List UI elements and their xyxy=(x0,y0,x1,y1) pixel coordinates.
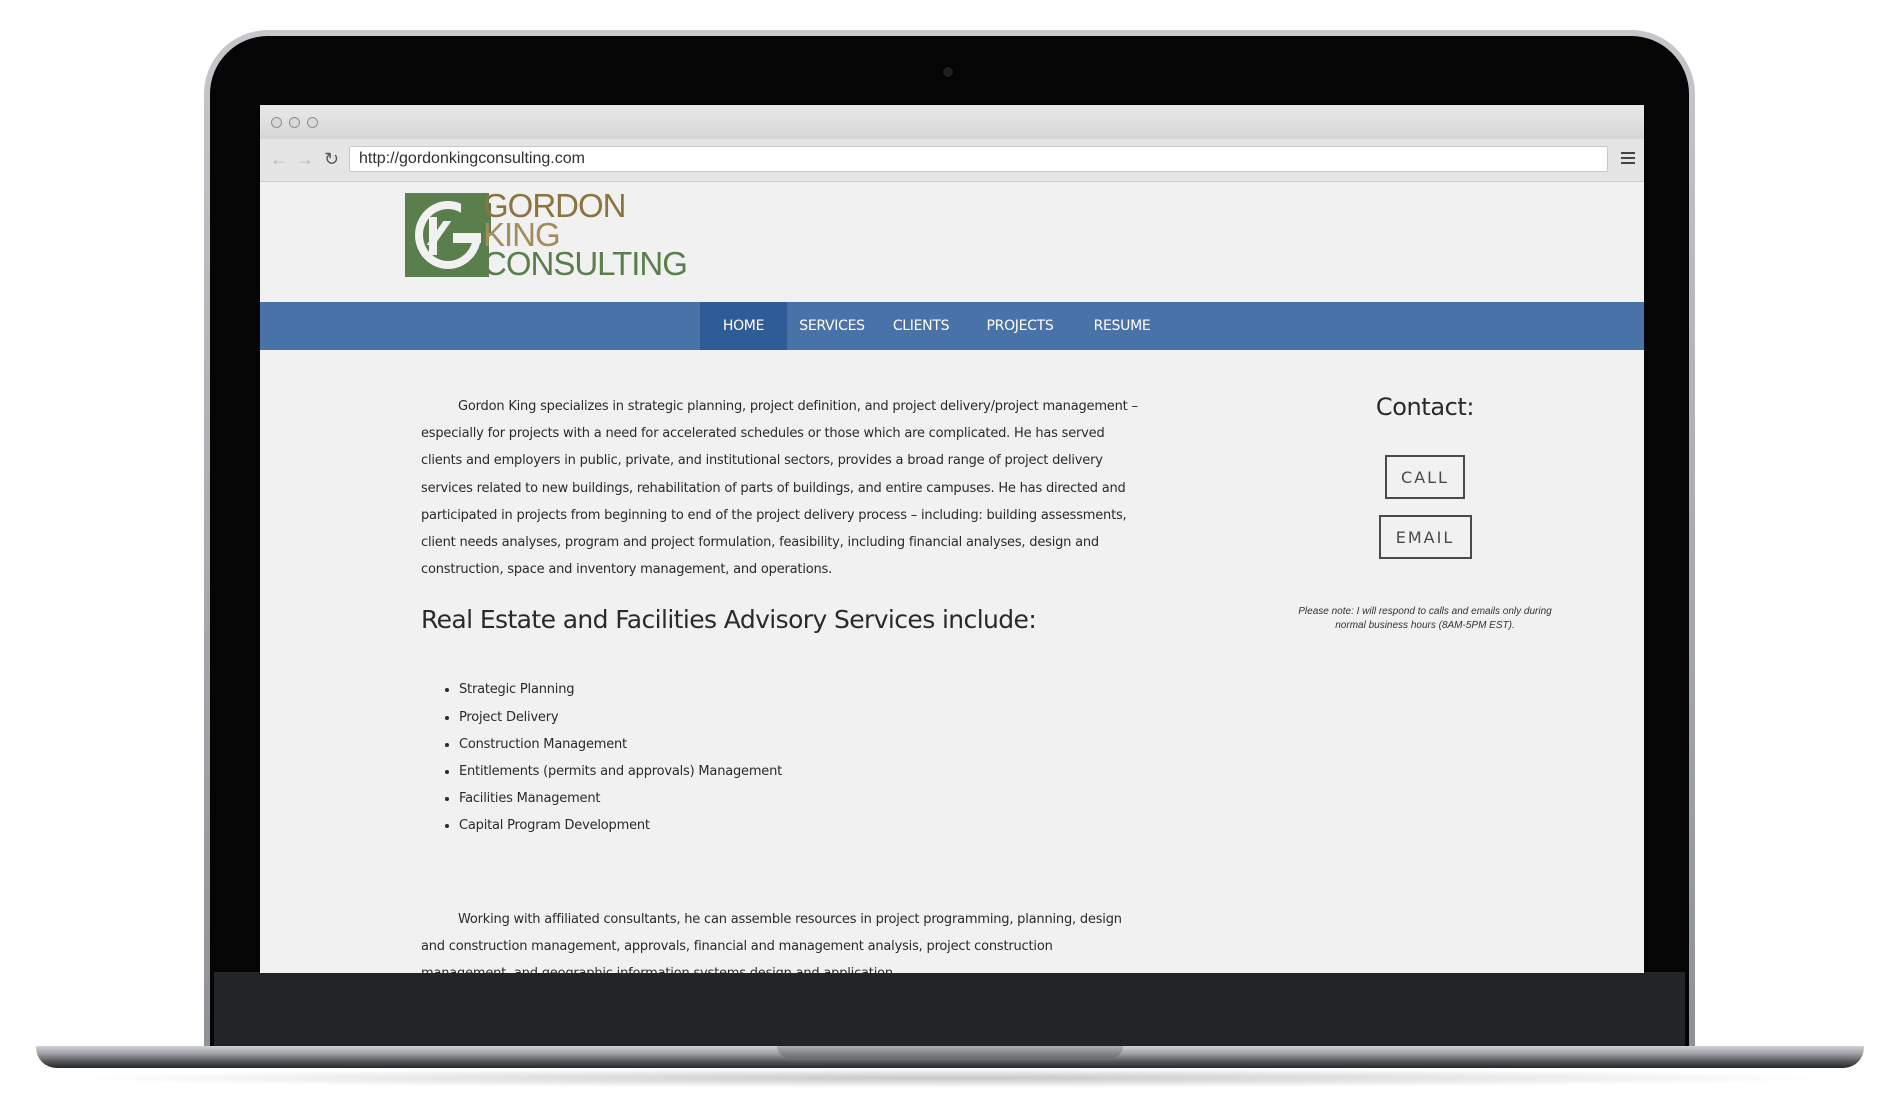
back-arrow-icon[interactable]: ← xyxy=(270,147,288,171)
site-logo[interactable]: GORDON KING CONSULTING xyxy=(405,189,688,285)
list-item: Entitlements (permits and approvals) Man… xyxy=(459,758,1141,785)
laptop-chin xyxy=(214,972,1685,1048)
browser-toolbar: ← → ↻ http://gordonkingconsulting.com xyxy=(260,139,1644,182)
laptop-shadow xyxy=(60,1068,1840,1088)
logo-wordmark: GORDON KING CONSULTING xyxy=(483,189,688,282)
list-item: Capital Program Development xyxy=(459,812,1141,839)
window-close-button[interactable] xyxy=(271,117,282,128)
window-minimize-button[interactable] xyxy=(289,117,300,128)
email-button[interactable]: EMAIL xyxy=(1378,515,1472,559)
logo-line-3: CONSULTING xyxy=(483,245,688,282)
nav-item-home[interactable]: HOME xyxy=(700,302,787,350)
reload-icon[interactable]: ↻ xyxy=(324,147,339,171)
services-list: Strategic Planning Project Delivery Cons… xyxy=(421,676,1141,839)
nav-item-projects[interactable]: PROJECTS xyxy=(965,302,1075,350)
intro-paragraph: Gordon King specializes in strategic pla… xyxy=(421,399,1138,578)
call-button[interactable]: CALL xyxy=(1385,455,1465,499)
logo-mark-icon xyxy=(405,193,491,277)
services-heading: Real Estate and Facilities Advisory Serv… xyxy=(421,605,1037,635)
list-item: Strategic Planning xyxy=(459,676,1141,703)
contact-title: Contact: xyxy=(1375,393,1475,421)
window-maximize-button[interactable] xyxy=(307,117,318,128)
list-item: Construction Management xyxy=(459,731,1141,758)
camera-icon xyxy=(943,67,953,77)
laptop-notch xyxy=(777,1046,1123,1058)
nav-item-clients[interactable]: CLIENTS xyxy=(877,302,965,350)
list-item: Project Delivery xyxy=(459,704,1141,731)
main-nav: HOME SERVICES CLIENTS PROJECTS RESUME xyxy=(260,302,1644,350)
hamburger-menu-icon[interactable] xyxy=(1621,152,1635,164)
list-item: Facilities Management xyxy=(459,785,1141,812)
browser-titlebar xyxy=(260,105,1644,139)
nav-item-resume[interactable]: RESUME xyxy=(1075,302,1169,350)
main-content: Gordon King specializes in strategic pla… xyxy=(421,393,1141,973)
browser-window: ← → ↻ http://gordonkingconsulting.com GO… xyxy=(260,105,1644,973)
address-bar[interactable]: http://gordonkingconsulting.com xyxy=(349,146,1608,172)
forward-arrow-icon[interactable]: → xyxy=(296,147,314,171)
closing-paragraph: Working with affiliated consultants, he … xyxy=(421,911,1122,973)
nav-item-services[interactable]: SERVICES xyxy=(787,302,877,350)
contact-panel: Contact: CALL EMAIL Please note: I will … xyxy=(1260,393,1590,633)
contact-note: Please note: I will respond to calls and… xyxy=(1298,606,1552,631)
